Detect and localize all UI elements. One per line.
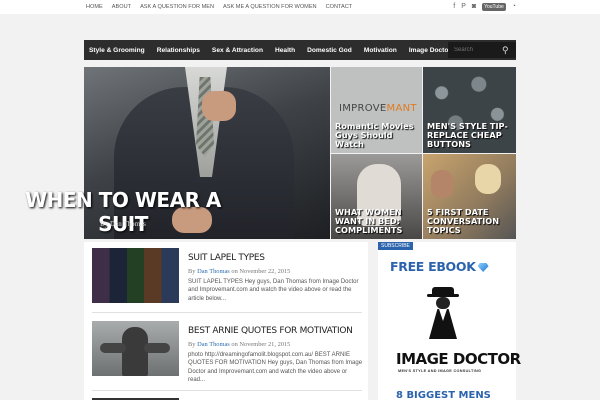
tile-title[interactable]: What Women Want In Bed: Compliments [335,208,418,235]
thumbnail-figure-arm [100,343,126,353]
list-item: BEST ARNIE QUOTES FOR MOTIVATION By Dan … [92,321,362,383]
sidebar-promo-title[interactable]: 8 BIGGEST MENS [396,390,491,400]
logo-accent-text: MANT [386,103,417,114]
nav-item-relationships[interactable]: Relationships [151,47,206,54]
nav-item-style-grooming[interactable]: Style & Grooming [84,47,151,54]
article-list: SUIT LAPEL TYPES By Dan Thomas on Novemb… [84,242,368,400]
featured-tile-romantic-movies[interactable]: IMPROVEMANT Romantic Movies Guys Should … [331,67,422,153]
rss-icon[interactable]: ◔ [512,1,516,12]
ebook-title: FREE EBOOK [390,259,489,274]
hero-author: By Dan Thomas [100,220,146,228]
divider [92,312,362,313]
top-link-contact[interactable]: CONTACT [326,4,353,10]
nav-item-domestic-god[interactable]: Domestic God [301,47,358,54]
nav-item-health[interactable]: Health [269,47,301,54]
article-thumbnail[interactable] [92,248,179,303]
tile-title[interactable]: Romantic Movies Guys Should Watch [335,122,418,149]
top-bar: HOME ABOUT ASK A QUESTION FOR MEN ASK ME… [0,0,600,14]
thumbnail-figure [122,327,148,376]
article-date: November 22, 2015 [239,268,291,275]
thumbnail-figure-arm [144,343,170,353]
article-thumbnail[interactable] [92,321,179,376]
improvemant-logo: IMPROVEMANT [339,103,417,114]
tile-image-person [431,170,453,198]
featured-tile-what-women-want[interactable]: What Women Want In Bed: Compliments [331,154,422,239]
article-author[interactable]: Dan Thomas [197,268,230,275]
tile-image-person [475,164,501,194]
tile-title[interactable]: 5 First Date Conversation Topics [427,208,512,235]
article-meta: By Dan Thomas on November 22, 2015 [188,268,291,275]
nav-item-motivation[interactable]: Motivation [358,47,403,54]
head-shape [436,297,450,309]
search-input[interactable] [448,47,502,53]
search-box: ⚲ [448,42,516,58]
logo-main-text: IMPROVE [339,103,387,114]
article-title[interactable]: BEST ARNIE QUOTES FOR MOTIVATION [188,326,353,336]
youtube-icon[interactable]: YouTube [482,2,506,11]
article-excerpt: photo http://dreamingofamolit.blogspot.c… [188,352,363,384]
article-meta: By Dan Thomas on November 21, 2015 [188,341,291,348]
featured-tile-first-date[interactable]: 5 First Date Conversation Topics [423,154,516,239]
brand-name[interactable]: IMAGE DOCTOR [396,350,521,368]
article-title[interactable]: SUIT LAPEL TYPES [188,253,265,263]
search-icon[interactable]: ⚲ [502,45,509,56]
facebook-icon[interactable]: f [453,1,455,12]
sidebar: SUBSCRIBE FREE EBOOK IMAGE DOCTOR MEN'S … [378,242,521,400]
hero-image-hand [202,91,236,121]
list-item: SUIT LAPEL TYPES By Dan Thomas on Novemb… [92,248,362,308]
top-link-about[interactable]: ABOUT [112,4,131,10]
instagram-icon[interactable]: ◙ [472,1,476,12]
hero-title[interactable]: WHEN TO WEAR A SUIT [0,188,246,236]
featured-tile-buttons[interactable]: Men's Style Tip- Replace Cheap Buttons [423,67,516,153]
social-links: f P ◙ YouTube ◔ [453,1,516,12]
top-links: HOME ABOUT ASK A QUESTION FOR MEN ASK ME… [86,0,352,14]
subscribe-button[interactable]: SUBSCRIBE [378,242,413,250]
nav-item-sex-attraction[interactable]: Sex & Attraction [206,47,269,54]
top-link-ask-men[interactable]: ASK A QUESTION FOR MEN [140,4,214,10]
tile-title[interactable]: Men's Style Tip- Replace Cheap Buttons [427,122,512,149]
main-nav: Style & Grooming Relationships Sex & Att… [84,40,516,60]
diamond-icon [477,263,489,272]
image-doctor-logo-figure [426,287,462,339]
article-date: November 21, 2015 [239,341,291,348]
article-excerpt: SUIT LAPEL TYPES Hey guys, Dan Thomas fr… [188,279,359,302]
brand-tagline: MEN'S STYLE AND IMAGE CONSULTING [398,369,482,373]
divider [92,390,362,391]
top-link-home[interactable]: HOME [86,4,103,10]
pinterest-icon[interactable]: P [461,1,466,12]
top-link-ask-women[interactable]: ASK ME A QUESTION FOR WOMEN [223,4,317,10]
article-author[interactable]: Dan Thomas [197,341,230,348]
